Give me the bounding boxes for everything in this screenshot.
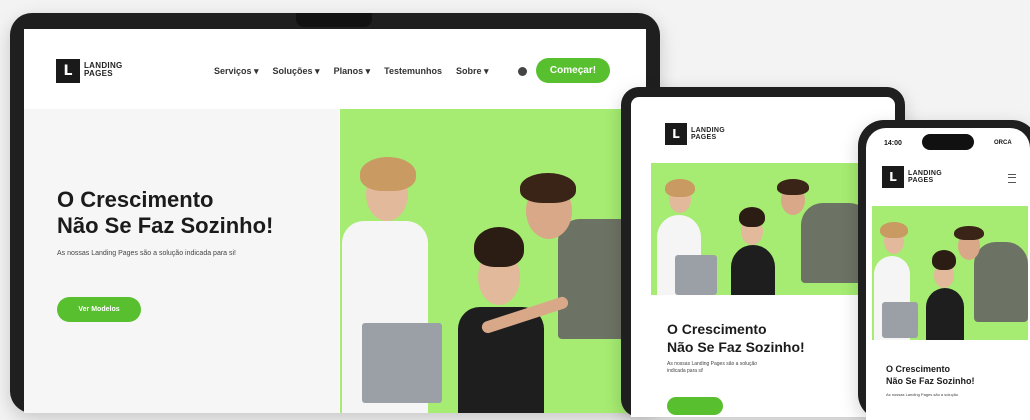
phone-device: 14:00 ORCA L LANDING PAGES O Crescimento… bbox=[858, 120, 1030, 420]
tablet-hero-photo bbox=[651, 163, 875, 295]
phone-time: 14:00 bbox=[884, 140, 902, 147]
phone-logo-mark[interactable]: L bbox=[882, 166, 904, 188]
tablet-hero-subtitle: As nossas Landing Pages são a solução in… bbox=[667, 361, 758, 374]
nav-item-testemunhos[interactable]: Testemunhos bbox=[384, 66, 442, 77]
logo-line2: PAGES bbox=[84, 69, 113, 79]
person-shirt bbox=[974, 242, 1028, 322]
person-hair bbox=[739, 207, 765, 227]
dynamic-island bbox=[922, 134, 974, 150]
hero-subtitle: As nossas Landing Pages são a solução in… bbox=[57, 250, 237, 257]
person-hair bbox=[932, 250, 956, 270]
start-button[interactable]: Começar! bbox=[536, 58, 610, 83]
hero-title-line1: O Crescimento bbox=[57, 187, 214, 212]
logo-line1: LANDING bbox=[908, 170, 942, 177]
desktop-logo-mark[interactable]: L bbox=[56, 59, 80, 83]
tablet-screen: L LANDING PAGES O Crescimento Não Se Faz… bbox=[631, 97, 895, 417]
hero-left-panel bbox=[24, 109, 339, 413]
laptop bbox=[362, 323, 442, 403]
desktop-logo-text[interactable]: LANDING PAGES bbox=[84, 61, 123, 79]
hamburger-icon[interactable] bbox=[1008, 174, 1016, 183]
phone-hero-title-line1: O Crescimento bbox=[886, 364, 951, 374]
laptop bbox=[882, 302, 918, 338]
tablet-view-models-button[interactable] bbox=[667, 397, 723, 415]
phone-hero-title-line2: Não Se Faz Sozinho! bbox=[886, 376, 975, 386]
logo-line2: PAGES bbox=[691, 134, 717, 142]
person-hair bbox=[954, 226, 984, 240]
phone-hero-photo bbox=[872, 206, 1028, 340]
person-hair bbox=[777, 179, 809, 195]
person-hair bbox=[474, 227, 524, 267]
theme-toggle-icon[interactable] bbox=[518, 67, 527, 76]
nav-item-planos[interactable]: Planos ▾ bbox=[334, 66, 371, 77]
tablet-hero-title-line1: O Crescimento bbox=[667, 321, 767, 337]
hero-photo bbox=[340, 109, 646, 413]
desktop-device: L LANDING PAGES Serviços ▾ Soluções ▾ Pl… bbox=[10, 13, 660, 413]
camera-notch bbox=[296, 13, 372, 27]
phone-screen: 14:00 ORCA L LANDING PAGES O Crescimento… bbox=[866, 128, 1030, 420]
desktop-screen: L LANDING PAGES Serviços ▾ Soluções ▾ Pl… bbox=[24, 29, 646, 413]
desktop-nav: Serviços ▾ Soluções ▾ Planos ▾ Testemunh… bbox=[214, 66, 488, 77]
tablet-hero-title-line2: Não Se Faz Sozinho! bbox=[667, 339, 805, 355]
person-shirt bbox=[926, 288, 964, 340]
view-models-button[interactable]: Ver Modelos bbox=[57, 297, 141, 322]
hero-title-line2: Não Se Faz Sozinho! bbox=[57, 213, 274, 238]
nav-item-servicos[interactable]: Serviços ▾ bbox=[214, 66, 259, 77]
nav-item-solucoes[interactable]: Soluções ▾ bbox=[273, 66, 320, 77]
nav-item-sobre[interactable]: Sobre ▾ bbox=[456, 66, 489, 77]
logo-line2: PAGES bbox=[908, 177, 934, 185]
tablet-logo-text[interactable]: LANDING PAGES bbox=[691, 127, 725, 142]
tablet-logo-mark[interactable]: L bbox=[665, 123, 687, 145]
phone-logo-text[interactable]: LANDING PAGES bbox=[908, 170, 942, 185]
person-hair bbox=[360, 157, 416, 191]
laptop bbox=[675, 255, 717, 295]
person-shirt bbox=[731, 245, 775, 295]
phone-status: ORCA bbox=[994, 140, 1012, 146]
logo-line1: LANDING bbox=[691, 127, 725, 134]
person-hair bbox=[520, 173, 576, 203]
person-hair bbox=[880, 222, 908, 238]
phone-hero-subtitle: As nossas Landing Pages são a solução bbox=[886, 392, 959, 397]
person-hair bbox=[665, 179, 695, 197]
